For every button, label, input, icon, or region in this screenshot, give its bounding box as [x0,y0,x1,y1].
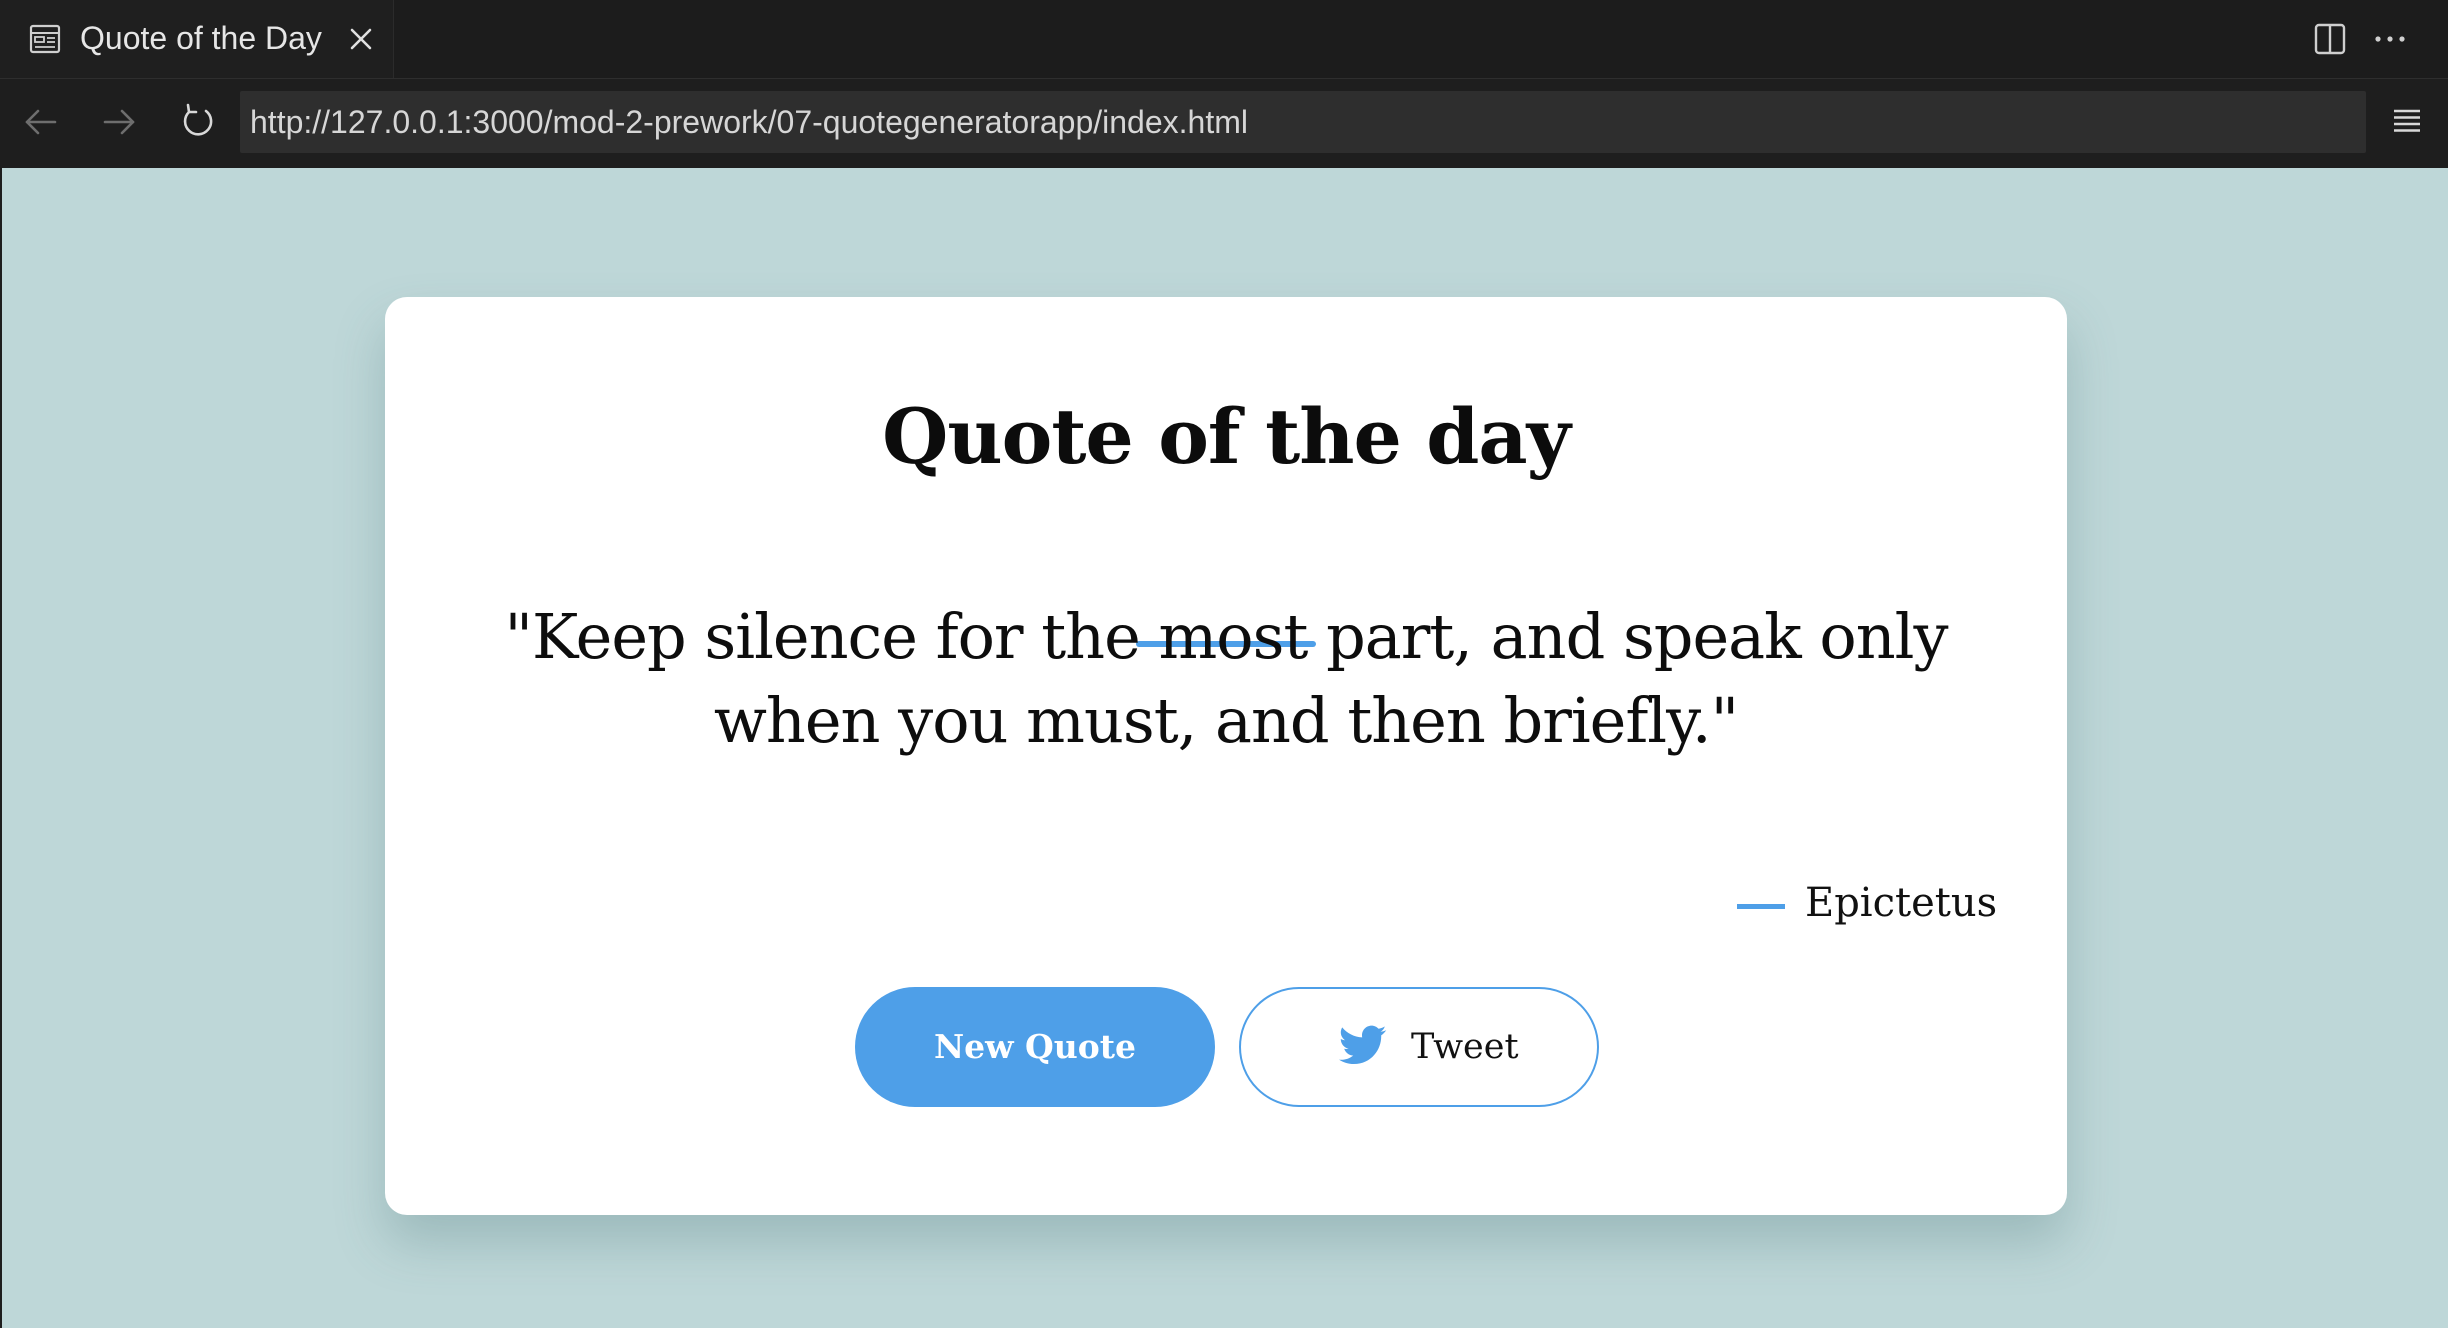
split-editor-icon[interactable] [2311,20,2349,58]
back-arrow-icon[interactable] [20,101,62,143]
page-title: Quote of the day [882,392,1571,481]
more-actions-icon[interactable] [2371,20,2409,58]
new-quote-label: New Quote [933,1027,1137,1066]
navigation-bar: http://127.0.0.1:3000/mod-2-prework/07-q… [0,78,2448,168]
close-icon[interactable] [344,22,378,56]
page-viewport: Quote of the day "Keep silence for the m… [2,168,2448,1328]
quote-card: Quote of the day "Keep silence for the m… [385,297,2067,1215]
tab-bar: Quote of the Day [0,0,2448,80]
twitter-bird-icon [1339,1025,1387,1069]
address-bar[interactable]: http://127.0.0.1:3000/mod-2-prework/07-q… [240,91,2366,153]
page-preview-icon [28,22,62,56]
tab-title: Quote of the Day [80,20,322,56]
new-quote-button[interactable]: New Quote [855,987,1215,1107]
hamburger-menu-icon[interactable] [2386,101,2428,143]
forward-arrow-icon[interactable] [98,101,140,143]
tab-quote-of-the-day[interactable]: Quote of the Day [0,0,394,80]
author-dash [1737,904,1785,909]
quote-text: "Keep silence for the most part, and spe… [504,600,1948,757]
tweet-button[interactable]: Tweet [1239,987,1599,1107]
browser-window: Quote of the Day http://127.0.0.1:3000/m… [0,0,2448,1328]
reload-icon[interactable] [176,101,218,143]
tweet-label: Tweet [1411,1027,1519,1067]
url-text[interactable]: http://127.0.0.1:3000/mod-2-prework/07-q… [250,100,1248,144]
quote-author: Epictetus [1805,880,1998,926]
